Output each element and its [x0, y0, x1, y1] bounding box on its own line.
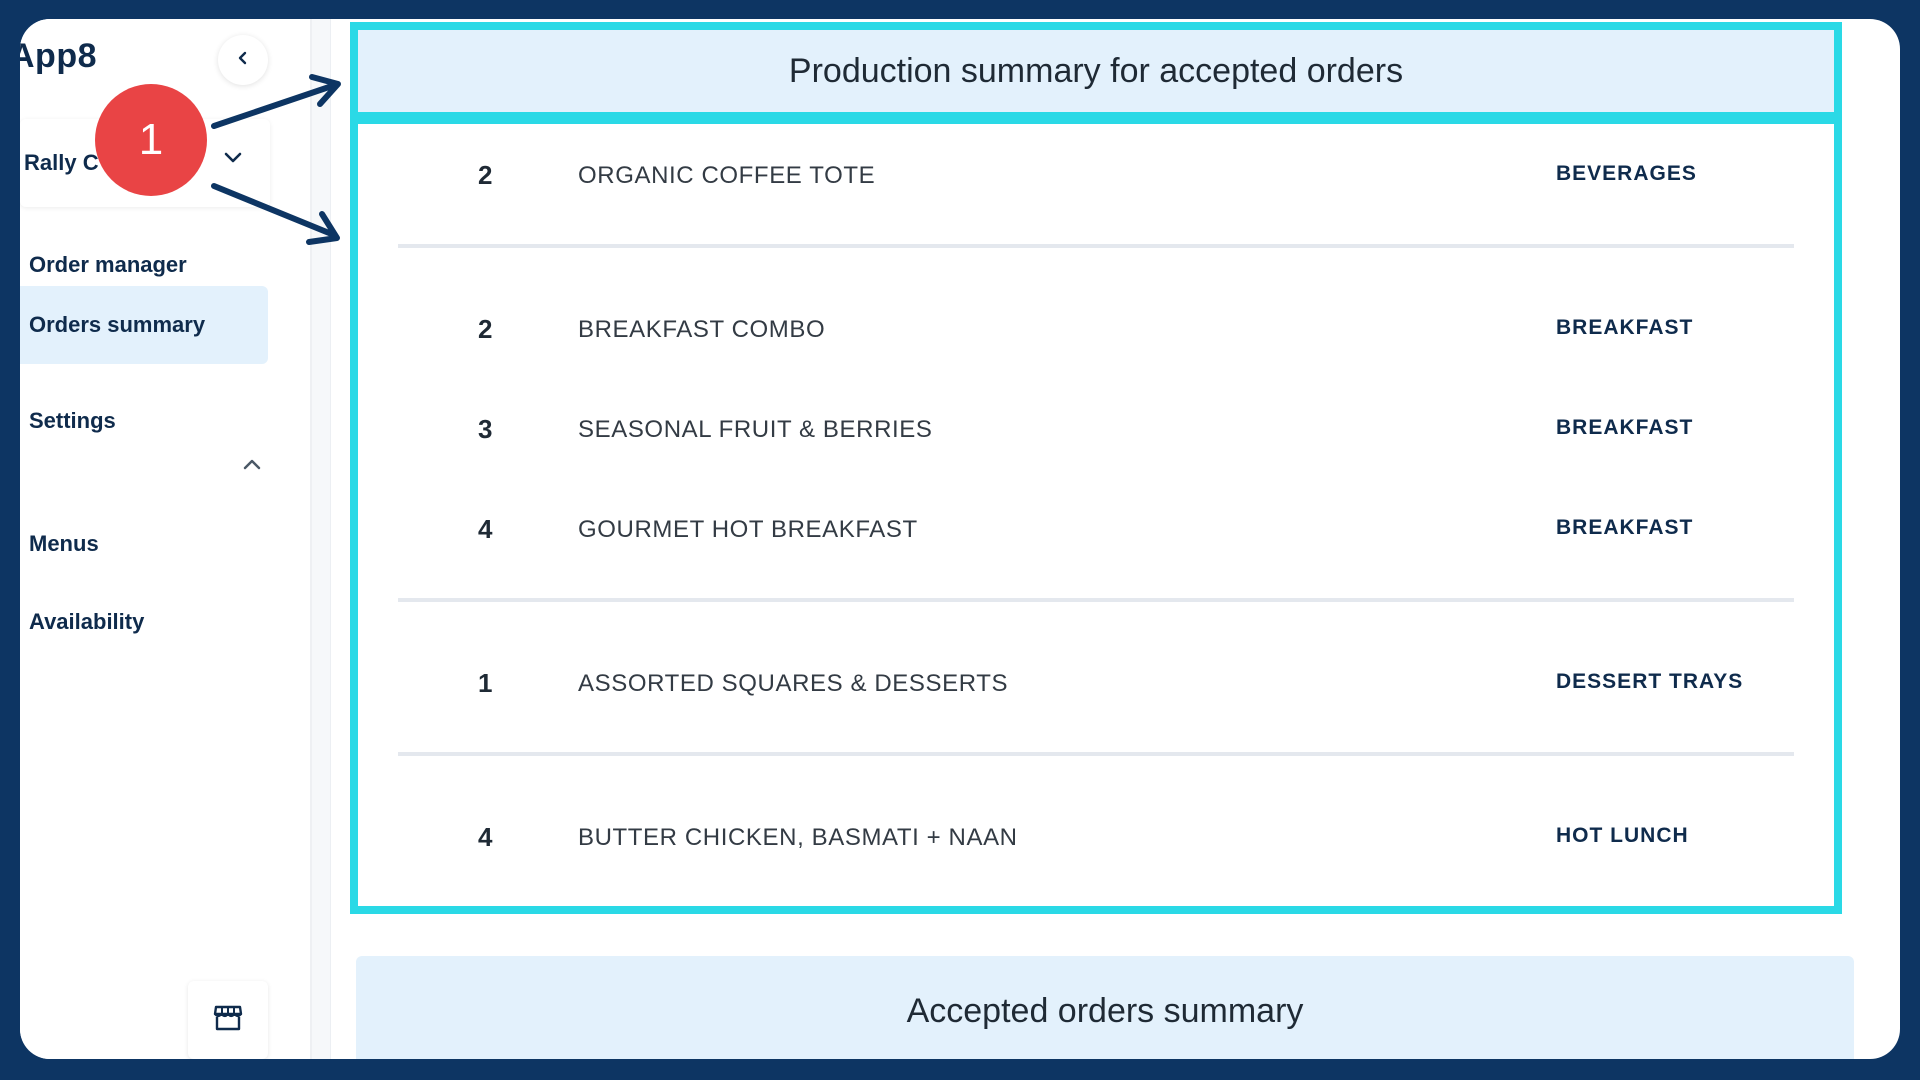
annotation-arrows [211, 74, 341, 245]
arrow-to-list [211, 183, 337, 238]
arrow-to-header [211, 82, 338, 129]
